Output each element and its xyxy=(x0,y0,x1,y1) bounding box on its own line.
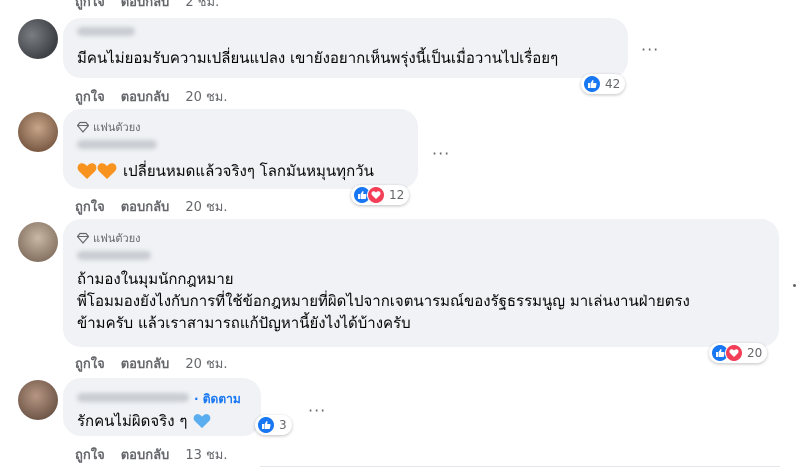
diamond-icon xyxy=(77,121,89,133)
reaction-summary[interactable]: 20 xyxy=(709,343,768,363)
like-reaction-icon xyxy=(583,75,601,93)
follow-button[interactable]: · ติดตาม xyxy=(194,390,241,409)
comment-time: 2 ชม. xyxy=(185,0,220,10)
like-button[interactable]: ถูกใจ xyxy=(75,86,105,107)
comment-actions: ถูกใจ ตอบกลับ 20 ชม. xyxy=(75,353,228,374)
avatar[interactable] xyxy=(18,19,58,59)
orange-heart-icon xyxy=(77,163,97,179)
commenter-name-redacted[interactable] xyxy=(77,393,189,402)
comment-time: 20 ชม. xyxy=(185,357,228,372)
top-comment-actions: ถูกใจ ตอบกลับ 2 ชม. xyxy=(75,0,219,12)
reaction-summary[interactable]: 3 xyxy=(255,415,292,435)
orange-heart-icon xyxy=(97,163,117,179)
comment-text: เปลี่ยนหมดแล้วจริงๆ โลกมันหมุนทุกวัน xyxy=(77,160,374,182)
reaction-summary[interactable]: 42 xyxy=(581,74,626,94)
like-reaction-icon xyxy=(257,416,275,434)
reply-button[interactable]: ตอบกลับ xyxy=(121,353,170,374)
avatar[interactable] xyxy=(18,222,58,262)
comment-time: 20 ชม. xyxy=(185,200,228,215)
commenter-name-redacted[interactable] xyxy=(77,140,157,149)
avatar[interactable] xyxy=(18,380,58,420)
top-fan-badge: แฟนตัวยง xyxy=(77,118,141,136)
more-options-icon[interactable]: ··· xyxy=(432,144,450,163)
top-fan-badge: แฟนตัวยง xyxy=(77,229,141,247)
comment-text: มีคนไม่ยอมรับความเปลี่ยนแปลง เขายังอยากเ… xyxy=(77,49,559,67)
blue-heart-icon xyxy=(194,414,211,429)
like-button[interactable]: ถูกใจ xyxy=(75,196,105,217)
reaction-count: 3 xyxy=(279,418,287,432)
diamond-icon xyxy=(77,232,89,244)
reaction-count: 42 xyxy=(605,77,621,91)
comment-actions: ถูกใจ ตอบกลับ 13 ชม. xyxy=(75,444,228,465)
reply-button[interactable]: ตอบกลับ xyxy=(121,86,170,107)
comment-time: 20 ชม. xyxy=(185,90,228,105)
reaction-count: 12 xyxy=(389,188,405,202)
commenter-name-redacted[interactable] xyxy=(77,27,135,36)
comment-time: 13 ชม. xyxy=(185,448,228,463)
like-button[interactable]: ถูกใจ xyxy=(75,0,105,12)
comment-actions: ถูกใจ ตอบกลับ 20 ชม. xyxy=(75,86,228,107)
like-button[interactable]: ถูกใจ xyxy=(75,444,105,465)
comment-text: ถ้ามองในมุมนักกฎหมาย พี่โอมมองยังไงกับกา… xyxy=(77,270,690,332)
comment-actions: ถูกใจ ตอบกลับ 20 ชม. xyxy=(75,196,228,217)
comment-text: รักคนไม่ผิดจริง ๆ xyxy=(77,410,211,432)
reply-button[interactable]: ตอบกลับ xyxy=(121,196,170,217)
more-options-icon[interactable]: ··· xyxy=(308,401,326,420)
reply-button[interactable]: ตอบกลับ xyxy=(121,444,170,465)
reaction-count: 20 xyxy=(747,346,763,360)
love-reaction-icon xyxy=(367,186,385,204)
more-options-icon[interactable]: ··· xyxy=(641,40,659,59)
divider xyxy=(260,466,780,467)
commenter-name-redacted[interactable] xyxy=(77,251,151,260)
reaction-summary[interactable]: 12 xyxy=(351,185,410,205)
avatar[interactable] xyxy=(18,112,58,152)
reply-button[interactable]: ตอบกลับ xyxy=(121,0,170,12)
love-reaction-icon xyxy=(725,344,743,362)
bullet-dot xyxy=(793,284,796,287)
like-button[interactable]: ถูกใจ xyxy=(75,353,105,374)
